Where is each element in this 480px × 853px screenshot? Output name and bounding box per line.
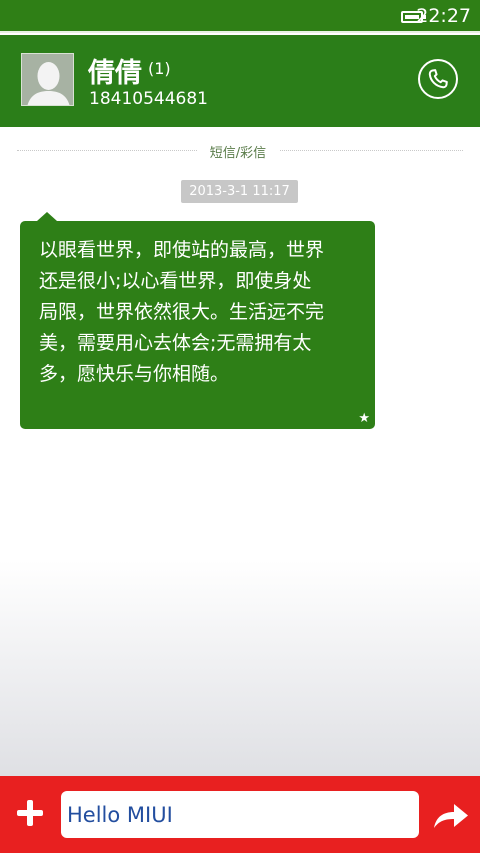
send-button[interactable] (432, 798, 470, 832)
section-divider-left (17, 150, 197, 151)
message-text-line: 多，愿快乐与你相随。 (39, 363, 230, 385)
contact-name: 倩倩 (88, 58, 142, 89)
message-timestamp: 2013-3-1 11:17 (181, 180, 298, 203)
message-text-line: 美，需要用心去体会;无需拥有太 (39, 332, 312, 354)
message-text-line: 局限，世界依然很大。生活远不完 (39, 301, 325, 323)
person-silhouette-icon (22, 54, 73, 105)
message-composer (0, 776, 480, 853)
unread-count-badge: (1) (148, 59, 171, 78)
phone-call-icon (428, 69, 448, 89)
message-text-line: 以眼看世界，即使站的最高，世界 (39, 239, 325, 261)
add-attachment-button[interactable] (14, 798, 46, 830)
contact-phone-number: 18410544681 (89, 89, 208, 109)
status-bar: 22:27 (0, 0, 480, 33)
section-divider-right (280, 150, 463, 151)
received-message-bubble[interactable]: 以眼看世界，即使站的最高，世界 还是很小;以心看世界，即使身处 局限，世界依然很… (20, 212, 375, 429)
status-time: 22:27 (416, 5, 471, 27)
conversation-header: 倩倩 (1) 18410544681 (0, 35, 480, 127)
message-list-background (0, 560, 480, 776)
message-type-label: 短信/彩信 (209, 146, 267, 161)
message-text-line: 还是很小;以心看世界，即使身处 (39, 270, 312, 292)
call-button[interactable] (418, 59, 458, 99)
message-input[interactable] (61, 791, 419, 838)
send-arrow-icon (434, 804, 468, 828)
star-icon: ★ (358, 411, 370, 426)
contact-avatar[interactable] (21, 53, 74, 106)
